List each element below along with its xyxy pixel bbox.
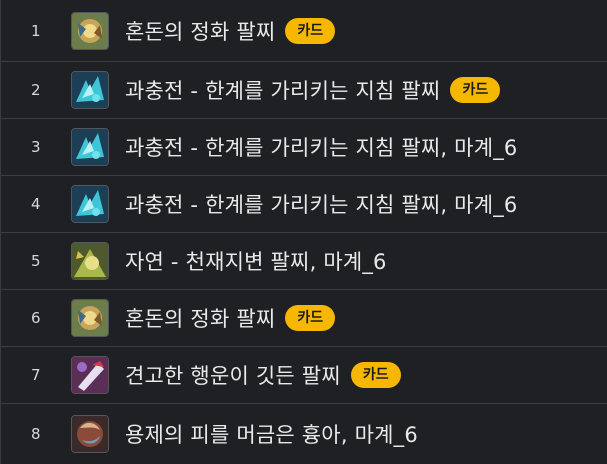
card-badge: 카드 [285,17,336,44]
card-badge: 카드 [285,305,336,331]
solid-luck-icon [71,356,109,394]
chaos-purify-icon [71,299,109,337]
list-item[interactable]: 1 혼돈의 정화 팔찌 카드 [1,0,607,62]
item-index: 6 [31,309,41,327]
list-item[interactable]: 7 견고한 행운이 깃든 팔찌 카드 [1,347,607,404]
overcharge-icon [71,71,109,109]
item-name: 혼돈의 정화 팔찌 [125,307,276,331]
item-name: 혼돈의 정화 팔찌 [125,19,276,44]
item-index: 5 [31,252,41,270]
item-name: 과충전 - 한계를 가리키는 지침 팔찌, 마계_6 [125,136,518,160]
list-item[interactable]: 6 혼돈의 정화 팔찌 카드 [1,290,607,347]
item-index: 3 [31,138,41,156]
card-badge: 카드 [450,77,501,103]
item-name: 과충전 - 한계를 가리키는 지침 팔찌, 마계_6 [125,193,518,217]
nature-icon [71,242,109,280]
item-name: 용제의 피를 머금은 흉아, 마계_6 [125,423,418,447]
item-name: 자연 - 천재지변 팔찌, 마계_6 [125,250,387,274]
item-index: 7 [31,366,41,384]
item-index: 8 [31,425,41,443]
overcharge-icon [71,128,109,166]
dragon-blood-icon [71,415,109,453]
card-badge: 카드 [350,362,401,388]
list-item[interactable]: 2 과충전 - 한계를 가리키는 지침 팔찌 카드 [1,62,607,119]
item-index: 4 [31,195,41,213]
list-item[interactable]: 8 용제의 피를 머금은 흉아, 마계_6 [1,404,607,464]
list-item[interactable]: 4 과충전 - 한계를 가리키는 지침 팔찌, 마계_6 [1,176,607,233]
overcharge-icon [71,185,109,223]
list-item[interactable]: 5 자연 - 천재지변 팔찌, 마계_6 [1,233,607,290]
chaos-purify-icon [71,11,109,50]
item-name: 과충전 - 한계를 가리키는 지침 팔찌 [125,79,441,103]
list-item[interactable]: 3 과충전 - 한계를 가리키는 지침 팔찌, 마계_6 [1,119,607,176]
item-list: 1 혼돈의 정화 팔찌 카드 2 과충전 - 한계를 가리키는 지침 팔찌 카드… [0,0,607,464]
item-name: 견고한 행운이 깃든 팔찌 [125,364,341,388]
item-index: 1 [31,21,41,40]
item-index: 2 [31,81,41,99]
